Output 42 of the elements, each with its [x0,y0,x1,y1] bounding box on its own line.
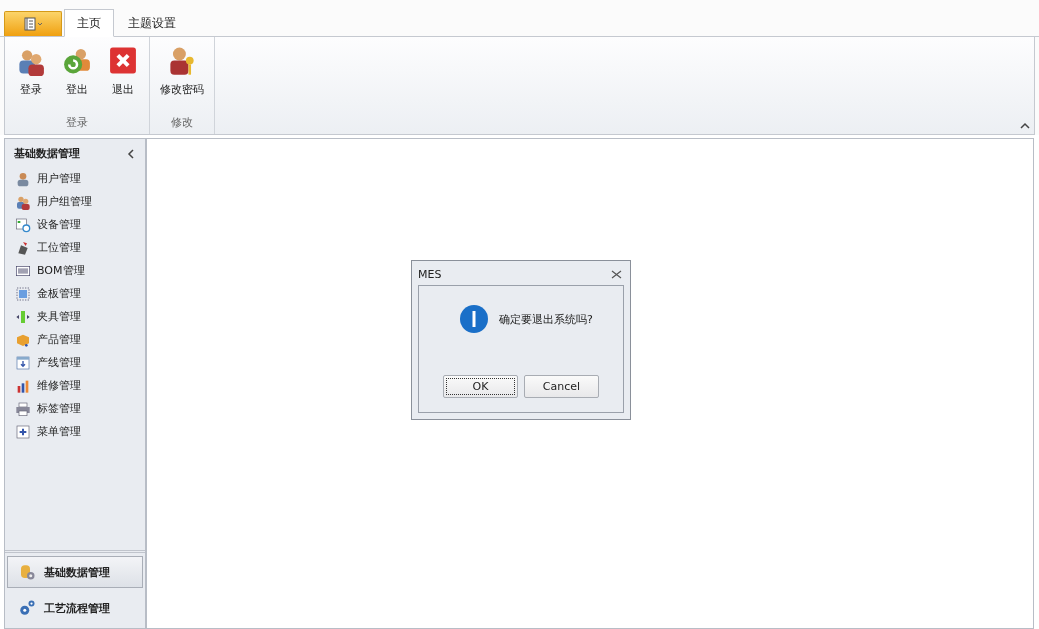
nav-section[interactable]: 工艺流程管理 [7,592,143,624]
close-icon[interactable] [611,270,622,279]
close-icon [107,45,139,76]
sidebar-item[interactable]: 标签管理 [5,397,145,420]
gears-icon [18,599,36,617]
sidebar-item[interactable]: 设备管理 [5,213,145,236]
database-gear-icon [18,563,36,581]
sidebar-item[interactable]: 产品管理 [5,328,145,351]
ribbon-tab[interactable]: 主页 [64,9,114,37]
ribbon-button[interactable]: 修改密码 [154,43,210,99]
sidebar-title: 基础数据管理 [14,146,80,161]
sidebar-item[interactable]: 维修管理 [5,374,145,397]
sidebar-item[interactable]: 工位管理 [5,236,145,259]
sidebar-item[interactable]: 用户组管理 [5,190,145,213]
group-label: 登录 [65,115,89,131]
collapse-icon[interactable] [127,148,135,159]
dialog-button[interactable]: Cancel [524,375,599,398]
board-icon [15,285,31,302]
sidebar-item[interactable]: BOM管理 [5,259,145,282]
dialog-button[interactable]: OK [443,375,518,398]
sidebar-item[interactable]: 菜单管理 [5,420,145,443]
plus-window-icon [15,423,31,440]
sidebar-item[interactable]: 夹具管理 [5,305,145,328]
ribbon-button[interactable]: 登录 [9,43,53,99]
group-label: 修改 [170,115,194,131]
menu-icon [21,17,45,31]
sidebar-item[interactable]: 用户管理 [5,167,145,190]
collapse-icon[interactable] [1020,122,1030,130]
app-menu-button[interactable] [4,11,62,36]
dialog-message: 确定要退出系统吗? [499,311,593,327]
fixture-icon [15,308,31,325]
info-icon [459,304,489,334]
nav-section[interactable]: 基础数据管理 [7,556,143,588]
ribbon-button[interactable]: 登出 [55,43,99,99]
dialog-title: MES [418,268,442,281]
ribbon-button[interactable]: 退出 [101,43,145,99]
user-icon [15,170,31,187]
ribbon-tab[interactable]: 主题设置 [116,10,188,36]
printer-icon [15,400,31,417]
device-clock-icon [15,216,31,233]
sidebar-item[interactable]: 产线管理 [5,351,145,374]
sidebar-item[interactable]: 金板管理 [5,282,145,305]
